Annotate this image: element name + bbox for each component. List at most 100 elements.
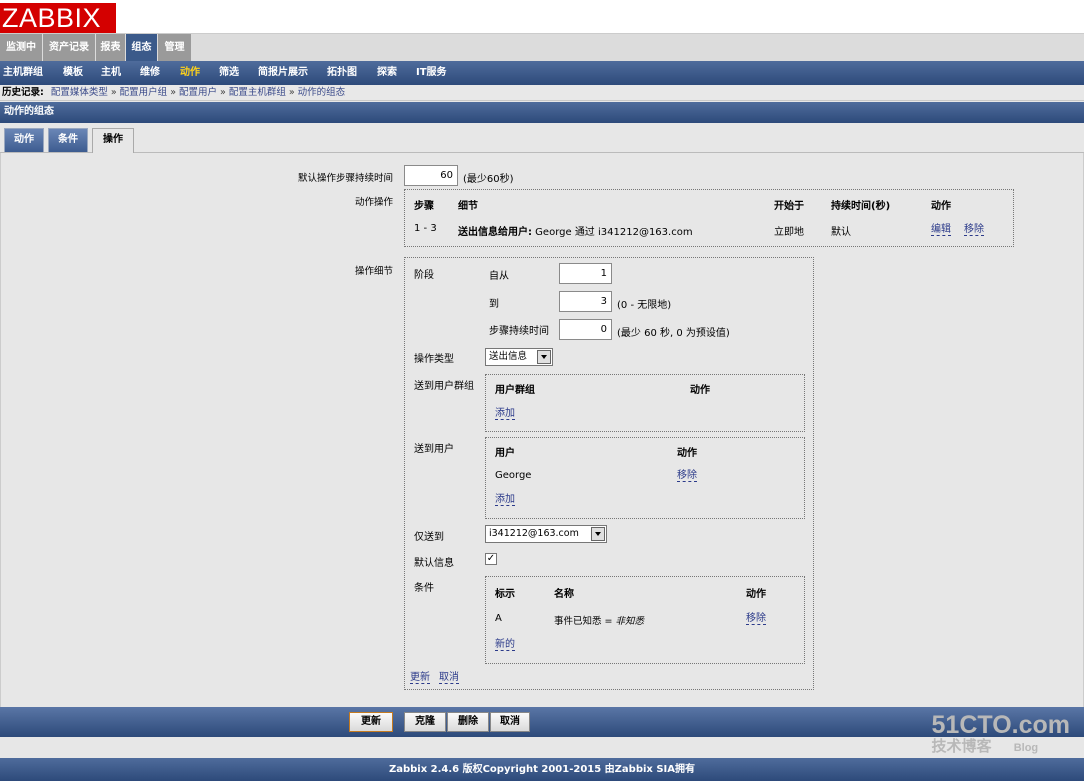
send-only-to-select[interactable]: i341212@163.com xyxy=(485,525,607,543)
condition-name-text: 事件已知悉 = xyxy=(554,616,616,627)
conditions-label: 条件 xyxy=(414,583,434,594)
operations-label: 动作操作 xyxy=(354,197,393,208)
history-separator: » xyxy=(110,87,117,98)
sub-menu-actions[interactable]: 动作 xyxy=(180,61,200,85)
tab-conditions[interactable]: 条件 xyxy=(48,128,88,152)
operation-type-value: 送出信息 xyxy=(489,351,528,362)
users-header-user: 用户 xyxy=(495,448,515,459)
operation-edit-link[interactable]: 编辑 xyxy=(931,224,951,236)
step-duration-hint: (最少 60 秒, 0 为预设值) xyxy=(617,328,730,339)
user-row-name: George xyxy=(495,470,532,481)
history-item-media-types[interactable]: 配置媒体类型 xyxy=(51,87,108,98)
default-step-duration-hint: (最少60秒) xyxy=(463,174,514,185)
operations-header-duration: 持续时间(秒) xyxy=(831,201,891,212)
operation-details-label: 操作细节 xyxy=(354,266,393,277)
watermark-subtitle: 技术博客 Blog xyxy=(932,738,1070,757)
default-step-duration-input[interactable]: 60 xyxy=(404,165,458,186)
main-menu-administration[interactable]: 管理 xyxy=(158,34,191,61)
operations-form: 默认操作步骤持续时间 60 (最少60秒) 动作操作 步骤 细节 开始于 持续时… xyxy=(0,153,1084,707)
footer: Zabbix 2.4.6 版权Copyright 2001-2015 由Zabb… xyxy=(0,758,1084,781)
operation-cancel-link[interactable]: 取消 xyxy=(439,672,459,684)
main-menu-configuration[interactable]: 组态 xyxy=(126,34,157,61)
new-condition-link[interactable]: 新的 xyxy=(495,639,515,651)
sub-menu-maintenance[interactable]: 维修 xyxy=(140,61,160,85)
add-user-link[interactable]: 添加 xyxy=(495,494,515,506)
user-groups-table: 用户群组 动作 添加 xyxy=(485,374,805,432)
condition-remove-link[interactable]: 移除 xyxy=(746,613,766,625)
default-message-label: 默认信息 xyxy=(414,558,454,569)
clone-button[interactable]: 克隆 xyxy=(404,712,446,732)
operations-header-details: 细节 xyxy=(458,201,478,212)
action-bar: 更新 克隆 删除 取消 xyxy=(0,707,1084,737)
watermark: 51CTO.com 技术博客 Blog xyxy=(932,712,1070,757)
sub-menu-screens[interactable]: 简报片展示 xyxy=(258,61,308,85)
user-remove-link[interactable]: 移除 xyxy=(677,470,697,482)
tab-action[interactable]: 动作 xyxy=(4,128,44,152)
operation-details-box: 阶段 自从 1 到 3 (0 - 无限地) 步骤持续时间 0 (最少 60 秒,… xyxy=(404,257,814,690)
add-user-group-link[interactable]: 添加 xyxy=(495,408,515,420)
operation-type-label: 操作类型 xyxy=(414,354,454,365)
conditions-header-action: 动作 xyxy=(746,589,766,600)
main-menu-monitoring[interactable]: 监测中 xyxy=(0,34,42,61)
history-item-action-config[interactable]: 动作的组态 xyxy=(298,87,346,98)
history-separator: » xyxy=(170,87,176,98)
default-step-duration-label: 默认操作步骤持续时间 xyxy=(297,173,393,184)
conditions-header-label: 标示 xyxy=(495,589,515,600)
chevron-down-icon xyxy=(537,350,551,364)
operations-table: 步骤 细节 开始于 持续时间(秒) 动作 1 - 3 送出信息给用户: Geor… xyxy=(404,189,1014,247)
condition-row-label: A xyxy=(495,613,502,624)
users-table: 用户 动作 George 移除 添加 xyxy=(485,437,805,519)
conditions-header-name: 名称 xyxy=(554,589,574,600)
condition-name-value: 非知悉 xyxy=(615,616,645,627)
operation-type-select[interactable]: 送出信息 xyxy=(485,348,553,366)
sub-menu-host-groups[interactable]: 主机群组 xyxy=(3,61,43,85)
send-to-groups-label: 送到用户群组 xyxy=(414,381,474,392)
step-to-input[interactable]: 3 xyxy=(559,291,612,312)
history-item-user-groups[interactable]: 配置用户组 xyxy=(120,87,168,98)
conditions-table: 标示 名称 动作 A 事件已知悉 = 非知悉 移除 新的 xyxy=(485,576,805,664)
default-message-checkbox[interactable]: ✓ xyxy=(485,553,497,565)
operation-remove-link[interactable]: 移除 xyxy=(964,224,984,236)
sub-menu-discovery[interactable]: 筛选 xyxy=(219,61,239,85)
history-separator: » xyxy=(288,87,295,98)
update-button[interactable]: 更新 xyxy=(349,712,393,732)
watermark-site: 51CTO.com xyxy=(931,711,1070,739)
step-label: 阶段 xyxy=(414,270,434,281)
sub-menu-explore[interactable]: 探索 xyxy=(377,61,397,85)
chevron-down-icon xyxy=(591,527,605,541)
sub-menu: 主机群组 模板 主机 维修 动作 筛选 简报片展示 拓扑图 探索 IT服务 xyxy=(0,61,1084,85)
step-from-input[interactable]: 1 xyxy=(559,263,612,284)
send-to-users-label: 送到用户 xyxy=(414,444,454,455)
page-title: 动作的组态 xyxy=(0,102,1084,123)
history-breadcrumb: 历史记录: 配置媒体类型» 配置用户组» 配置用户» 配置主机群组» 动作的组态 xyxy=(0,85,1084,101)
sub-menu-maps[interactable]: 拓扑图 xyxy=(327,61,357,85)
step-to-label: 到 xyxy=(489,299,499,310)
cancel-button[interactable]: 取消 xyxy=(490,712,530,732)
main-menu-reports[interactable]: 报表 xyxy=(96,34,125,61)
operation-row-detail: 送出信息给用户: George 通过 i341212@163.com xyxy=(458,223,693,238)
sub-menu-it-services[interactable]: IT服务 xyxy=(416,61,447,85)
operation-detail-type: 送出信息给用户: xyxy=(458,227,532,238)
sub-menu-templates[interactable]: 模板 xyxy=(63,61,83,85)
operation-detail-target: George 通过 i341212@163.com xyxy=(532,227,693,238)
main-menu: 监测中 资产记录 报表 组态 管理 xyxy=(0,34,1084,61)
operation-update-link[interactable]: 更新 xyxy=(410,672,430,684)
step-to-hint: (0 - 无限地) xyxy=(617,300,672,311)
zabbix-logo[interactable]: ZABBIX xyxy=(0,3,116,33)
history-item-host-groups[interactable]: 配置主机群组 xyxy=(229,87,286,98)
main-menu-inventory[interactable]: 资产记录 xyxy=(43,34,95,61)
tab-operations[interactable]: 操作 xyxy=(92,128,134,154)
condition-row-name: 事件已知悉 = 非知悉 xyxy=(554,613,644,627)
sub-menu-hosts[interactable]: 主机 xyxy=(101,61,121,85)
user-groups-header-action: 动作 xyxy=(690,385,710,396)
send-only-to-value: i341212@163.com xyxy=(489,528,579,539)
delete-button[interactable]: 删除 xyxy=(447,712,489,732)
top-header: ZABBIX xyxy=(0,0,1084,34)
operations-header-start: 开始于 xyxy=(774,201,804,212)
step-duration-label: 步骤持续时间 xyxy=(489,326,549,337)
history-separator: » xyxy=(220,87,226,98)
operation-row-duration: 默认 xyxy=(831,227,851,238)
step-duration-input[interactable]: 0 xyxy=(559,319,612,340)
operations-header-action: 动作 xyxy=(931,201,951,212)
history-item-users[interactable]: 配置用户 xyxy=(179,87,217,98)
